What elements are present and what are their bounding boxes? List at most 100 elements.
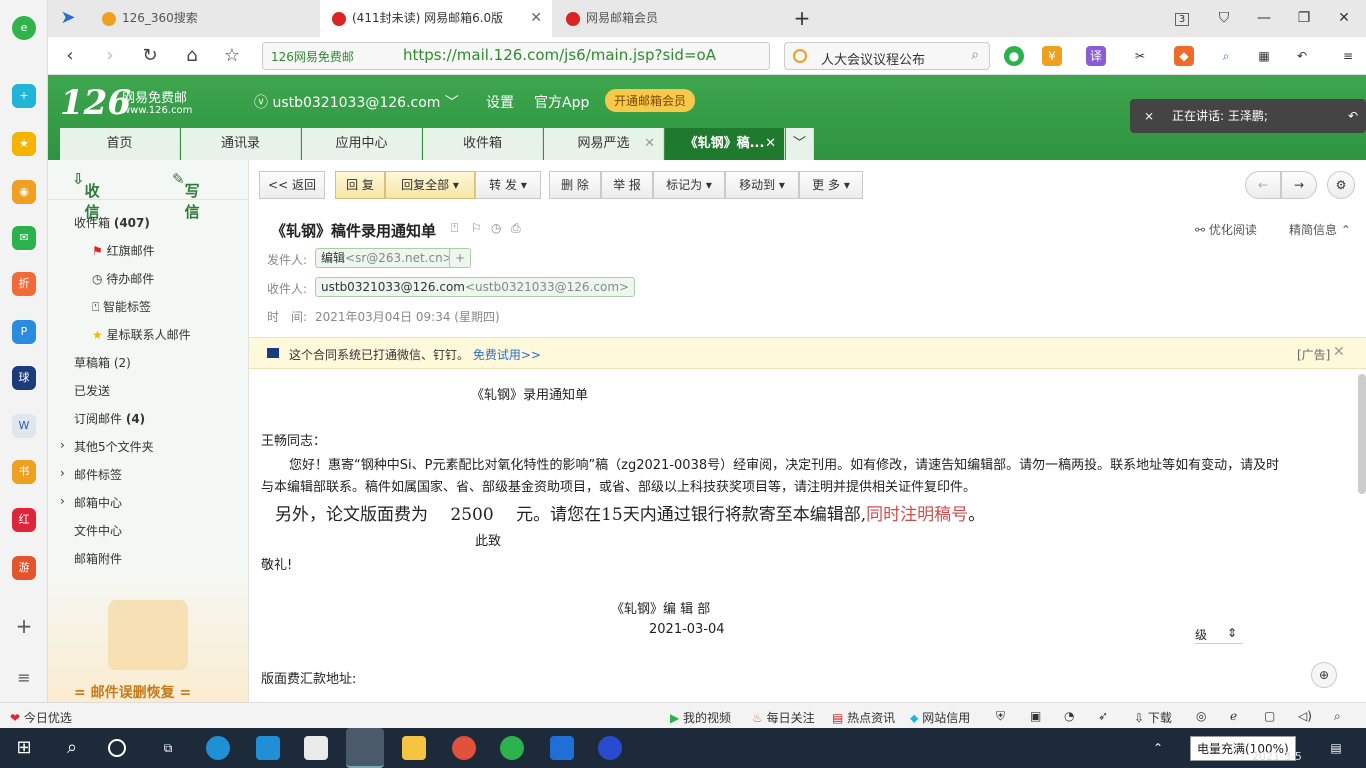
delete-button[interactable]: 删 除 [549, 171, 601, 199]
sender-chip[interactable]: 编辑<sr@263.net.cn> [315, 248, 459, 268]
clock-icon[interactable]: ◷ [491, 221, 501, 235]
send-icon[interactable]: ➤ [56, 6, 80, 30]
close-tab-icon[interactable]: ✕ [644, 128, 655, 160]
tab-apps[interactable]: 应用中心 [302, 128, 422, 160]
settings-link[interactable]: 设置 [486, 92, 514, 112]
recipient-chip[interactable]: ustb0321033@126.com<ustb0321033@126.com> [315, 277, 636, 297]
nav-mail-center[interactable]: › 邮箱中心 [60, 494, 122, 511]
write-button[interactable]: ✎ 写 信 [172, 170, 200, 221]
download-link[interactable]: ⇩ 下载 [1134, 709, 1172, 726]
tab-current-mail[interactable]: 《轧钢》稿... ✕ [665, 128, 785, 160]
tab-inbox[interactable]: 收件箱 [423, 128, 543, 160]
tab-yanxuan[interactable]: 网易严选 ✕ [544, 128, 664, 160]
refresh-button[interactable]: ↻ [138, 44, 162, 68]
nav-flagged[interactable]: ⚑ 红旗邮件 [92, 242, 155, 259]
daily-focus-link[interactable]: ♨ 每日关注 [752, 709, 815, 726]
account-menu[interactable]: ⓥ ustb0321033@126.com ﹀ [254, 92, 459, 112]
sidebar-discount-icon[interactable]: 折 [12, 272, 36, 296]
extension-green-icon[interactable]: ● [1004, 46, 1024, 66]
browser-tab-vip[interactable]: 网易邮箱会员 [554, 0, 782, 37]
shirt-icon[interactable]: ⛉ [1204, 0, 1244, 37]
sidebar-star-icon[interactable]: ★ [12, 132, 36, 156]
task-view-icon[interactable]: ⧉ [156, 736, 180, 760]
find-icon[interactable]: ⌕ [1216, 46, 1236, 66]
receive-button[interactable]: ⇩ 收 信 [72, 170, 100, 221]
wechat-icon[interactable] [500, 736, 524, 760]
prev-mail-button[interactable]: ← [1245, 171, 1281, 199]
image-icon[interactable]: ▣ [1030, 709, 1041, 723]
brief-info-link[interactable]: 精简信息 ⌃ [1289, 221, 1351, 238]
home-button[interactable]: ⌂ [180, 44, 204, 68]
zoom-button[interactable]: ⊕ [1311, 662, 1337, 688]
close-ad-icon[interactable]: ✕ [1333, 344, 1345, 360]
bookmark-icon[interactable]: ⍞ [451, 221, 458, 236]
volume-icon[interactable]: ◁) [1298, 709, 1312, 723]
sidebar-add-icon[interactable]: + [12, 614, 36, 638]
search-icon[interactable]: ⌕ [971, 47, 979, 63]
browser-tab-search[interactable]: 126_360搜索 [90, 0, 318, 37]
optimize-reading-link[interactable]: ⚯ 优化阅读 [1195, 221, 1257, 238]
search-icon[interactable]: ⌕ [60, 736, 84, 760]
nav-smart-tags[interactable]: ⍞ 智能标签 [92, 298, 151, 315]
forward-button[interactable]: › [98, 44, 122, 68]
browser-tab-mail[interactable]: (411封未读) 网易邮箱6.0版 ✕ [320, 0, 552, 37]
taskbar-date[interactable]: 2021-3-5 [1252, 750, 1302, 763]
shield-icon[interactable]: ⛨ [996, 709, 1005, 724]
back-arrow-icon[interactable]: ↶ [1348, 99, 1358, 133]
ie-icon[interactable]: ℯ [1230, 709, 1237, 723]
menu-icon[interactable]: ≡ [1338, 46, 1358, 66]
speed-icon[interactable]: ◔ [1064, 709, 1074, 723]
reply-all-button[interactable]: 回复全部 ▾ [385, 171, 475, 199]
tab-more-dropdown[interactable]: ﹀ [786, 128, 814, 160]
search-input[interactable]: 人大会议议程公布 ⌕ [784, 42, 990, 70]
sidebar-app-icon-1[interactable]: + [12, 84, 36, 108]
tab-contacts[interactable]: 通讯录 [181, 128, 301, 160]
cortana-icon[interactable] [108, 739, 126, 757]
nav-subscriptions[interactable]: 订阅邮件 (4) [74, 410, 145, 427]
sidebar-game2-icon[interactable]: 游 [12, 556, 36, 580]
sidebar-weibo-icon[interactable]: ◉ [12, 180, 36, 204]
move-to-button[interactable]: 移动到 ▾ [725, 171, 799, 199]
print-icon[interactable]: ⎙ [511, 221, 521, 236]
recover-promo[interactable]: = 邮件误删恢复 = [48, 570, 248, 702]
mark-as-button[interactable]: 标记为 ▾ [653, 171, 725, 199]
blue-app-icon[interactable] [598, 736, 622, 760]
flag-icon[interactable]: ⚐ [471, 221, 482, 235]
nav-starred-contacts[interactable]: ★ 星标联系人邮件 [92, 326, 191, 343]
edge-icon[interactable] [206, 736, 230, 760]
sidebar-novel-icon[interactable]: 书 [12, 460, 36, 484]
close-tab-icon[interactable]: ✕ [530, 0, 542, 37]
photo-app-icon[interactable] [550, 736, 574, 760]
my-videos-link[interactable]: ▶ 我的视频 [670, 709, 731, 726]
close-tab-icon[interactable]: ✕ [765, 128, 776, 160]
url-box[interactable]: 126网易免费邮 https://mail.126.com/js6/main.j… [262, 42, 770, 70]
scrollbar[interactable] [1358, 374, 1366, 494]
url-text[interactable]: https://mail.126.com/js6/main.jsp?sid=oA [403, 46, 716, 64]
nav-todo[interactable]: ◷ 待办邮件 [92, 270, 154, 287]
rocket-icon[interactable]: ➶ [1098, 709, 1108, 723]
today-picks[interactable]: ❤ 今日优选 [10, 709, 72, 726]
sidebar-redbook-icon[interactable]: 红 [12, 508, 36, 532]
window-icon[interactable]: ▢ [1264, 709, 1275, 723]
gear-icon[interactable]: ⚙ [1327, 171, 1355, 199]
store-icon[interactable] [304, 736, 328, 760]
ad-trial-link[interactable]: 免费试用>> [473, 348, 541, 362]
bookmark-star-icon[interactable]: ☆ [220, 44, 244, 68]
tab-home[interactable]: 首页 [60, 128, 180, 160]
nav-file-center[interactable]: 文件中心 [74, 522, 122, 539]
windows-start-icon[interactable]: ⊞ [12, 736, 36, 760]
new-tab-button[interactable]: + [782, 0, 822, 37]
tray-up-icon[interactable]: ⌃ [1146, 736, 1170, 760]
official-app-link[interactable]: 官方App [534, 92, 589, 112]
reply-button[interactable]: 回 复 [335, 171, 385, 199]
nav-inbox[interactable]: 收件箱 (407) [74, 214, 150, 231]
browser-logo-icon[interactable]: e [12, 16, 36, 40]
tab-count-button[interactable]: 3 [1162, 0, 1202, 37]
mail-app-icon[interactable] [256, 736, 280, 760]
chrome-icon[interactable] [452, 736, 476, 760]
nav-other-folders[interactable]: › 其他5个文件夹 [60, 438, 154, 455]
close-window-button[interactable]: ✕ [1324, 0, 1364, 37]
apps-grid-icon[interactable]: ▦ [1254, 46, 1274, 66]
back-button[interactable]: << 返回 [259, 171, 325, 199]
sidebar-game-icon[interactable]: 球 [12, 366, 36, 390]
